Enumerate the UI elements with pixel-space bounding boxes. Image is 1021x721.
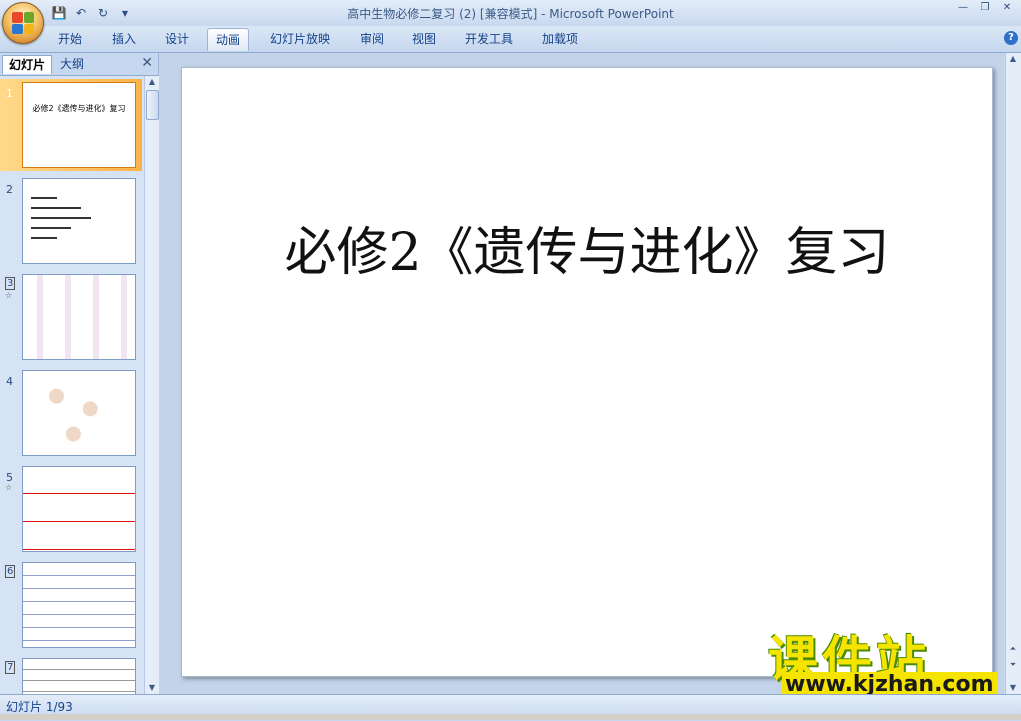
slide-editor: 必修2《遗传与进化》复习 xyxy=(159,53,1004,694)
scroll-down-icon[interactable]: ▼ xyxy=(145,682,159,694)
thumbnail-number: 6 xyxy=(5,565,16,578)
thumbnail-image xyxy=(22,178,136,264)
tab-design[interactable]: 设计 xyxy=(157,30,197,49)
thumbnail-image xyxy=(22,562,136,648)
thumbnail-slide-4[interactable]: 4 xyxy=(0,367,142,459)
tab-outline[interactable]: 大纲 xyxy=(54,55,90,73)
thumbnail-slide-5[interactable]: 5 ☆ xyxy=(0,463,142,555)
thumbnail-image xyxy=(22,274,136,360)
slide-counter: 幻灯片 1/93 xyxy=(6,700,73,714)
help-icon[interactable]: ? xyxy=(1004,31,1018,45)
tab-review[interactable]: 审阅 xyxy=(352,30,392,49)
thumbnail-slide-2[interactable]: 2 xyxy=(0,175,142,267)
thumbnail-number: 3 xyxy=(5,277,16,290)
pane-tabs: 幻灯片 大纲 ✕ xyxy=(0,53,158,76)
current-slide[interactable]: 必修2《遗传与进化》复习 xyxy=(181,67,993,677)
tab-animations[interactable]: 动画 xyxy=(207,28,250,51)
office-button[interactable] xyxy=(2,2,44,44)
tab-slideshow[interactable]: 幻灯片放映 xyxy=(262,30,338,49)
thumbnail-number: 1 xyxy=(6,87,13,100)
slide-title[interactable]: 必修2《遗传与进化》复习 xyxy=(182,210,992,285)
watermark-logo: 课件站 www.kjzhan.com xyxy=(762,620,1012,700)
thumbnail-image xyxy=(22,466,136,552)
close-pane-icon[interactable]: ✕ xyxy=(141,55,153,71)
scroll-up-icon[interactable]: ▲ xyxy=(145,76,159,88)
slide-scrollbar[interactable]: ▲ ⏶ ⏷ ▼ xyxy=(1005,53,1021,694)
thumbnail-slide-1[interactable]: 1 必修2《遗传与进化》复习 xyxy=(0,79,142,171)
window-controls: — ❐ ✕ xyxy=(953,2,1017,14)
thumbnail-slide-6[interactable]: 6 xyxy=(0,559,142,651)
tab-view[interactable]: 视图 xyxy=(404,30,444,49)
tab-addins[interactable]: 加载项 xyxy=(534,30,586,49)
thumbnail-number: 4 xyxy=(6,375,13,388)
thumbnail-slide-3[interactable]: 3 ☆ xyxy=(0,271,142,363)
thumbnail-number: 7 xyxy=(5,661,16,674)
minimize-icon[interactable]: — xyxy=(953,2,973,14)
restore-icon[interactable]: ❐ xyxy=(975,2,995,14)
animation-icon[interactable]: ☆ xyxy=(5,291,12,300)
tab-slides[interactable]: 幻灯片 xyxy=(2,55,53,74)
thumbnail-slide-7[interactable]: 7 xyxy=(0,655,142,694)
thumbnail-list: 1 必修2《遗传与进化》复习 2 3 ☆ 4 5 ☆ 6 7 xyxy=(0,76,142,694)
tab-home[interactable]: 开始 xyxy=(50,30,90,49)
tab-developer[interactable]: 开发工具 xyxy=(457,30,521,49)
thumbnail-image xyxy=(22,370,136,456)
office-logo-icon xyxy=(12,12,34,34)
scroll-up-icon[interactable]: ▲ xyxy=(1006,53,1020,65)
animation-icon[interactable]: ☆ xyxy=(5,483,12,492)
taskbar-edge xyxy=(0,714,1021,720)
tab-insert[interactable]: 插入 xyxy=(104,30,144,49)
thumbnail-image xyxy=(22,658,136,694)
title-bar: 💾 ↶ ↻ ▾ 高中生物必修二复习 (2) [兼容模式] - Microsoft… xyxy=(0,0,1021,26)
thumbnail-number: 2 xyxy=(6,183,13,196)
thumbnail-image: 必修2《遗传与进化》复习 xyxy=(22,82,136,168)
slides-pane: 幻灯片 大纲 ✕ 1 必修2《遗传与进化》复习 2 3 ☆ 4 5 ☆ 6 7 … xyxy=(0,53,159,694)
close-icon[interactable]: ✕ xyxy=(997,2,1017,14)
thumbnail-title: 必修2《遗传与进化》复习 xyxy=(32,104,126,113)
ribbon-tabs: 开始 插入 设计 动画 幻灯片放映 审阅 视图 开发工具 加载项 xyxy=(0,26,1021,53)
window-title: 高中生物必修二复习 (2) [兼容模式] - Microsoft PowerPo… xyxy=(347,7,674,21)
thumbnail-scrollbar[interactable]: ▲ ▼ xyxy=(144,76,159,694)
scrollbar-thumb[interactable] xyxy=(146,90,159,120)
